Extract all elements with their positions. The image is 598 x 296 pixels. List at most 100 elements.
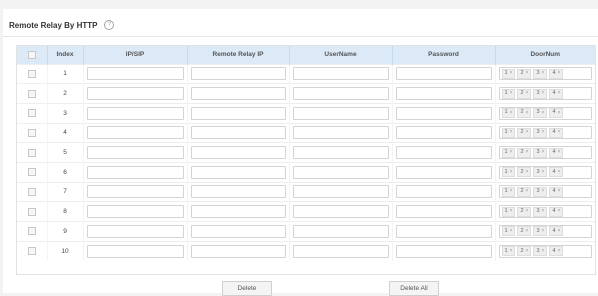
username-input[interactable]: [292, 126, 389, 140]
tag-remove-icon[interactable]: ×: [558, 91, 561, 96]
username-input[interactable]: [292, 67, 389, 81]
row-checkbox[interactable]: [27, 128, 36, 137]
door-tag[interactable]: 1 ×: [501, 127, 516, 138]
door-tag[interactable]: 1 ×: [501, 68, 516, 79]
door-tag[interactable]: 4 ×: [549, 88, 564, 99]
door-tag[interactable]: 3 ×: [533, 127, 548, 138]
username-input[interactable]: [292, 205, 389, 219]
door-tag[interactable]: 3 ×: [533, 147, 548, 158]
username-input[interactable]: [292, 165, 389, 179]
tag-remove-icon[interactable]: ×: [510, 130, 513, 135]
door-tag[interactable]: 1 ×: [501, 206, 516, 217]
row-checkbox[interactable]: [27, 247, 36, 256]
password-input[interactable]: [395, 67, 492, 81]
door-tag[interactable]: 4 ×: [549, 226, 564, 237]
tag-remove-icon[interactable]: ×: [510, 228, 513, 234]
row-checkbox[interactable]: [27, 168, 36, 177]
door-tag[interactable]: 4 ×: [549, 246, 564, 257]
tag-remove-icon[interactable]: ×: [542, 71, 545, 76]
door-tag[interactable]: 1 ×: [501, 88, 516, 99]
remote-relay-ip-input[interactable]: [190, 165, 286, 179]
tag-remove-icon[interactable]: ×: [558, 228, 561, 234]
remote-relay-ip-input[interactable]: [190, 67, 286, 81]
password-input[interactable]: [395, 106, 492, 120]
tag-remove-icon[interactable]: ×: [526, 248, 529, 254]
tag-remove-icon[interactable]: ×: [526, 130, 529, 135]
username-input[interactable]: [292, 224, 389, 238]
remote-relay-ip-input[interactable]: [190, 244, 286, 258]
delete-all-button[interactable]: Delete All: [389, 281, 439, 296]
tag-remove-icon[interactable]: ×: [558, 110, 561, 116]
doornum-multiselect[interactable]: 1 × 2 × 3 × 4 ×: [498, 224, 592, 238]
door-tag[interactable]: 4 ×: [549, 68, 564, 79]
row-checkbox[interactable]: [27, 207, 36, 216]
row-checkbox[interactable]: [27, 187, 36, 196]
doornum-multiselect[interactable]: 1 × 2 × 3 × 4 ×: [498, 87, 592, 101]
door-tag[interactable]: 3 ×: [533, 206, 548, 217]
ip-sip-input[interactable]: [86, 244, 184, 258]
tag-remove-icon[interactable]: ×: [510, 248, 513, 254]
username-input[interactable]: [292, 106, 389, 120]
door-tag[interactable]: 3 ×: [533, 246, 548, 257]
tag-remove-icon[interactable]: ×: [526, 209, 529, 214]
ip-sip-input[interactable]: [86, 146, 184, 160]
tag-remove-icon[interactable]: ×: [510, 71, 513, 76]
doornum-multiselect[interactable]: 1 × 2 × 3 × 4 ×: [498, 244, 592, 258]
tag-remove-icon[interactable]: ×: [510, 169, 513, 175]
doornum-multiselect[interactable]: 1 × 2 × 3 × 4 ×: [498, 185, 592, 199]
tag-remove-icon[interactable]: ×: [526, 189, 529, 194]
ip-sip-input[interactable]: [86, 87, 184, 101]
tag-remove-icon[interactable]: ×: [558, 150, 561, 155]
tag-remove-icon[interactable]: ×: [542, 209, 545, 214]
door-tag[interactable]: 2 ×: [517, 167, 532, 178]
door-tag[interactable]: 3 ×: [533, 88, 548, 99]
tag-remove-icon[interactable]: ×: [542, 130, 545, 135]
door-tag[interactable]: 4 ×: [549, 186, 564, 197]
doornum-multiselect[interactable]: 1 × 2 × 3 × 4 ×: [498, 146, 592, 160]
tag-remove-icon[interactable]: ×: [510, 209, 513, 214]
remote-relay-ip-input[interactable]: [190, 224, 286, 238]
delete-button[interactable]: Delete: [222, 281, 272, 296]
password-input[interactable]: [395, 205, 492, 219]
tag-remove-icon[interactable]: ×: [558, 130, 561, 135]
password-input[interactable]: [395, 146, 492, 160]
tag-remove-icon[interactable]: ×: [526, 71, 529, 76]
door-tag[interactable]: 3 ×: [533, 68, 548, 79]
remote-relay-ip-input[interactable]: [190, 146, 286, 160]
tag-remove-icon[interactable]: ×: [558, 71, 561, 76]
row-checkbox[interactable]: [27, 227, 36, 236]
ip-sip-input[interactable]: [86, 185, 184, 199]
door-tag[interactable]: 2 ×: [517, 186, 532, 197]
tag-remove-icon[interactable]: ×: [542, 169, 545, 175]
door-tag[interactable]: 3 ×: [533, 108, 548, 119]
doornum-multiselect[interactable]: 1 × 2 × 3 × 4 ×: [498, 106, 592, 120]
username-input[interactable]: [292, 185, 389, 199]
row-checkbox[interactable]: [27, 69, 36, 78]
tag-remove-icon[interactable]: ×: [558, 189, 561, 194]
tag-remove-icon[interactable]: ×: [526, 228, 529, 234]
door-tag[interactable]: 4 ×: [549, 108, 564, 119]
tag-remove-icon[interactable]: ×: [526, 169, 529, 175]
username-input[interactable]: [292, 146, 389, 160]
door-tag[interactable]: 3 ×: [533, 226, 548, 237]
remote-relay-ip-input[interactable]: [190, 126, 286, 140]
door-tag[interactable]: 1 ×: [501, 226, 516, 237]
door-tag[interactable]: 3 ×: [533, 167, 548, 178]
tag-remove-icon[interactable]: ×: [526, 91, 529, 96]
tag-remove-icon[interactable]: ×: [510, 150, 513, 155]
password-input[interactable]: [395, 126, 492, 140]
door-tag[interactable]: 2 ×: [517, 147, 532, 158]
password-input[interactable]: [395, 244, 492, 258]
ip-sip-input[interactable]: [86, 224, 184, 238]
tag-remove-icon[interactable]: ×: [510, 110, 513, 116]
ip-sip-input[interactable]: [86, 106, 184, 120]
door-tag[interactable]: 1 ×: [501, 246, 516, 257]
doornum-multiselect[interactable]: 1 × 2 × 3 × 4 ×: [498, 165, 592, 179]
door-tag[interactable]: 1 ×: [501, 186, 516, 197]
password-input[interactable]: [395, 87, 492, 101]
door-tag[interactable]: 4 ×: [549, 206, 564, 217]
door-tag[interactable]: 4 ×: [549, 167, 564, 178]
row-checkbox[interactable]: [27, 109, 36, 118]
door-tag[interactable]: 4 ×: [549, 127, 564, 138]
password-input[interactable]: [395, 224, 492, 238]
